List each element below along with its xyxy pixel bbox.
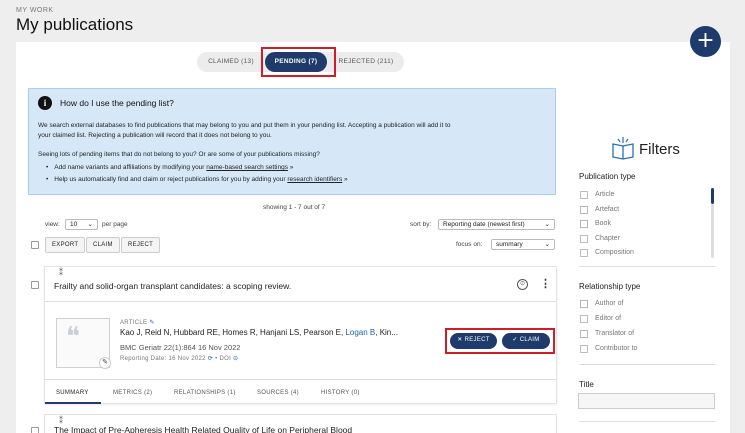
tab-metrics[interactable]: METRICS (2) [113,390,152,396]
filter-checkbox-translator[interactable] [580,330,588,338]
publication-title[interactable]: The Impact of Pre-Apheresis Health Relat… [54,425,352,433]
relationship-type-heading: Relationship type [579,282,641,291]
chevron-down-icon: ⌄ [544,221,550,228]
filter-label-editor: Editor of [595,315,622,322]
publication-type-heading: Publication type [579,172,636,181]
name-search-settings-link[interactable]: name-based search settings [206,164,288,171]
divider [45,379,556,380]
tab-relationships[interactable]: RELATIONSHIPS (1) [174,390,236,396]
filter-label-article: Article [595,191,615,198]
divider [579,266,715,267]
active-tab-underline [45,402,101,404]
tab-summary[interactable]: SUMMARY [56,390,89,396]
filter-checkbox-artefact[interactable] [580,206,588,214]
edit-icon[interactable]: ✎ [99,357,111,369]
page-title: My publications [16,15,134,34]
publication-checkbox[interactable] [31,281,39,289]
link-icon[interactable]: ⊝ [233,356,238,362]
book-icon [610,136,636,160]
title-filter-heading: Title [579,380,594,389]
info-icon: i [38,96,52,110]
filter-scrollbar-track [711,204,714,258]
publication-authors: Kao J, Reid N, Hubbard RE, Homes R, Hanj… [120,328,398,337]
publication-thumbnail: ❝ ✎ [56,318,111,369]
filters-title: Filters [639,141,680,158]
publication-subtabs: SUMMARY METRICS (2) RELATIONSHIPS (1) SO… [45,390,556,402]
sort-select[interactable]: Reporting date (newest first) ⌄ [438,219,555,230]
help-text-line2: your claimed list. Rejecting a publicati… [38,132,272,139]
claim-button[interactable]: ✓ CLAIM [502,333,550,349]
tab-sources[interactable]: SOURCES (4) [257,390,299,396]
select-all-checkbox[interactable] [31,241,39,249]
filter-label-chapter: Chapter [595,235,620,242]
author-link[interactable]: Logan B [345,328,375,337]
filter-label-author: Author of [595,300,624,307]
tab-claimed[interactable]: CLAIMED (13) [203,52,259,72]
check-icon: ✓ [512,337,518,343]
research-identifiers-link[interactable]: research identifiers [287,176,342,183]
pending-tab-highlight [261,47,336,77]
publication-type: ARTICLE ✎ [120,320,155,326]
help-list-item: Help us automatically find and claim or … [46,176,347,183]
help-text-question: Seeing lots of pending items that do not… [38,151,320,158]
open-access-icon[interactable]: ⊙ [517,279,528,290]
close-icon: ✕ [457,337,463,343]
filter-checkbox-book[interactable] [580,220,588,228]
drag-handle-icon[interactable]: ⁑ [59,416,63,425]
filter-label-artefact: Artefact [595,206,620,213]
filter-checkbox-article[interactable] [580,191,588,199]
more-options-icon[interactable]: ⋮ [540,277,551,290]
filter-checkbox-contributor[interactable] [580,345,588,353]
pending-help-box: i How do I use the pending list? We sear… [28,88,556,195]
filter-label-book: Book [595,220,611,227]
filter-scrollbar[interactable] [711,188,714,204]
bulk-reject-button[interactable]: REJECT [121,237,161,253]
help-heading: How do I use the pending list? [60,98,174,108]
reject-button[interactable]: ✕ REJECT [450,333,497,349]
export-button[interactable]: EXPORT [45,237,86,253]
filter-checkbox-chapter[interactable] [580,235,588,243]
divider [579,421,715,422]
results-count: showing 1 - 7 out of 7 [263,204,326,211]
title-filter-input[interactable] [578,393,715,409]
edit-icon[interactable]: ✎ [149,320,154,326]
chevron-down-icon: ⌄ [87,221,93,228]
filter-checkbox-editor[interactable] [580,315,588,323]
view-label: view: [45,221,60,228]
reporting-date-row: Reporting Date: 16 Nov 2022 ⟳ • DOI ⊝ [120,356,239,362]
chevron-down-icon: ⌄ [544,241,550,248]
publication-journal: BMC Geriatr 22(1):864 16 Nov 2022 [120,343,241,352]
publication-card: ⁑ The Impact of Pre-Apheresis Health Rel… [44,414,557,433]
filter-label-composition: Composition [595,249,634,256]
page-kicker: MY WORK [16,7,54,14]
publication-checkbox[interactable] [31,427,39,433]
bulk-claim-button[interactable]: CLAIM [86,237,120,253]
publication-title[interactable]: Frailty and solid-organ transplant candi… [54,281,291,291]
focus-label: focus on: [456,241,483,248]
filter-label-translator: Translator of [595,330,635,337]
divider [579,364,715,365]
per-page-select[interactable]: 10 ⌄ [65,219,98,230]
filter-checkbox-author[interactable] [580,300,588,308]
tab-rejected[interactable]: REJECTED (211) [335,52,397,72]
per-page-label: per page [102,221,128,228]
filter-checkbox-composition[interactable] [580,249,588,257]
sort-label: sort by: [410,221,432,228]
refresh-icon[interactable]: ⟳ [208,356,213,362]
help-text-line1: We search external databases to find pub… [38,122,451,129]
filter-label-contributor: Contributor to [595,345,638,352]
add-publication-button[interactable]: + [690,26,721,57]
focus-select[interactable]: summary ⌄ [491,239,555,250]
help-list-item: Add name variants and affiliations by mo… [46,164,293,171]
drag-handle-icon[interactable]: ⁑ [59,268,63,277]
quote-icon: ❝ [66,322,80,351]
tab-history[interactable]: HISTORY (0) [321,390,360,396]
divider [45,301,556,302]
